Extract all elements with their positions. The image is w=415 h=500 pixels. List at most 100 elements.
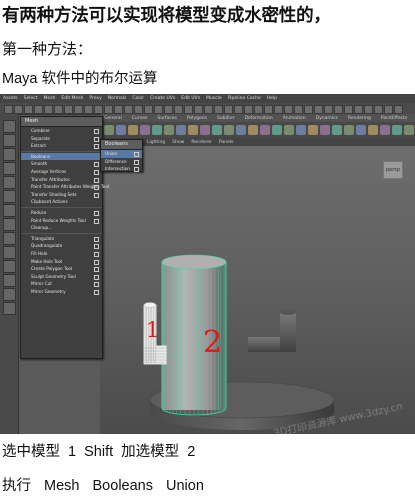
- menubar-item[interactable]: Pipeline Cache: [228, 96, 261, 101]
- booleans-item-union[interactable]: Union: [101, 150, 142, 158]
- option-box-icon[interactable]: [94, 162, 99, 168]
- mesh-menu-item[interactable]: Paint Reduce Weights Tool: [21, 217, 102, 225]
- tool-icon[interactable]: [3, 176, 16, 189]
- toolbar-icon[interactable]: [344, 105, 353, 114]
- shelf-icon[interactable]: [140, 125, 150, 135]
- shelf-icon[interactable]: [404, 125, 414, 135]
- shelf-icon[interactable]: [128, 125, 138, 135]
- toolbar-icon[interactable]: [194, 105, 203, 114]
- toolbar-icon[interactable]: [174, 105, 183, 114]
- shelf-icon[interactable]: [116, 125, 126, 135]
- menubar-item[interactable]: Muscle: [206, 96, 222, 101]
- tool-icon[interactable]: [3, 218, 16, 231]
- toolbar-icon[interactable]: [304, 105, 313, 114]
- toolbar-icon[interactable]: [14, 105, 23, 114]
- shelf-icon[interactable]: [200, 125, 210, 135]
- toolbar-icon[interactable]: [54, 105, 63, 114]
- toolbar-icon[interactable]: [134, 105, 143, 114]
- toolbar-icon[interactable]: [114, 105, 123, 114]
- tool-icon[interactable]: [3, 302, 16, 315]
- shelf-tab[interactable]: Deformation: [245, 116, 273, 121]
- mesh-menu-item[interactable]: Cleanup...: [21, 224, 102, 232]
- toolbar-icon[interactable]: [384, 105, 393, 114]
- shelf-tab[interactable]: Animation: [283, 116, 306, 121]
- shelf-icon[interactable]: [356, 125, 366, 135]
- toolbar-icon[interactable]: [94, 105, 103, 114]
- option-box-icon[interactable]: [94, 129, 99, 134]
- toolbar-icon[interactable]: [244, 105, 253, 114]
- tool-icon[interactable]: [3, 120, 16, 133]
- toolbar-icon[interactable]: [64, 105, 73, 114]
- shelf-icon[interactable]: [236, 125, 246, 135]
- toolbar-icon[interactable]: [334, 105, 343, 114]
- shelf-icon[interactable]: [176, 125, 186, 135]
- mesh-menu-item[interactable]: Extract: [21, 142, 102, 150]
- toolbar-icon[interactable]: [374, 105, 383, 114]
- toolbar-icon[interactable]: [164, 105, 173, 114]
- mesh-menu-item[interactable]: Separate: [21, 135, 102, 143]
- mesh-menu-item[interactable]: Sculpt Geometry Tool: [21, 273, 102, 281]
- toolbar-icon[interactable]: [84, 105, 93, 114]
- shelf-icon[interactable]: [152, 125, 162, 135]
- option-box-icon[interactable]: [94, 251, 99, 257]
- option-box-icon[interactable]: [94, 185, 99, 191]
- mesh-menu-item[interactable]: Fill Hole: [21, 250, 102, 258]
- mesh-menu-item[interactable]: Mirror Geometry: [21, 288, 102, 296]
- menubar-item[interactable]: Edit Mesh: [61, 96, 83, 101]
- shelf-tab[interactable]: Surfaces: [157, 116, 177, 121]
- mesh-menu-item[interactable]: Mirror Cut: [21, 280, 102, 288]
- mesh-menu-item[interactable]: Average Vertices: [21, 168, 102, 176]
- mesh-menu-item[interactable]: Quadrangulate: [21, 242, 102, 250]
- shelf-icon[interactable]: [320, 125, 330, 135]
- toolbar-icon[interactable]: [44, 105, 53, 114]
- toolbar-icon[interactable]: [284, 105, 293, 114]
- toolbar-icon[interactable]: [394, 105, 403, 114]
- tool-icon[interactable]: [3, 134, 16, 147]
- toolbar-icon[interactable]: [34, 105, 43, 114]
- menubar-item[interactable]: Normals: [108, 96, 127, 101]
- menubar-item[interactable]: Color: [132, 96, 144, 101]
- menubar-item[interactable]: Help: [267, 96, 277, 101]
- shelf-icon[interactable]: [332, 125, 342, 135]
- menubar-item[interactable]: Edit UVs: [181, 96, 200, 101]
- tool-icon[interactable]: [3, 232, 16, 245]
- view-cube[interactable]: persp: [383, 161, 403, 179]
- mesh-menu-item[interactable]: Make Hole Tool: [21, 258, 102, 266]
- shelf-icon[interactable]: [248, 125, 258, 135]
- shelf-icon[interactable]: [164, 125, 174, 135]
- option-box-icon[interactable]: [94, 192, 99, 198]
- option-box-icon[interactable]: [134, 167, 139, 173]
- shelf-tab[interactable]: General: [104, 116, 122, 121]
- booleans-item-intersection[interactable]: Intersection: [101, 165, 142, 173]
- toolbar-icon[interactable]: [184, 105, 193, 114]
- shelf-tab[interactable]: Polygons: [187, 116, 207, 121]
- option-box-icon[interactable]: [134, 159, 139, 165]
- shelf-icon[interactable]: [368, 125, 378, 135]
- shelf-tab[interactable]: PaintEffects: [381, 116, 407, 121]
- toolbar-icon[interactable]: [104, 105, 113, 114]
- toolbar-icon[interactable]: [254, 105, 263, 114]
- mesh-menu-item[interactable]: Paint Transfer Attributes Weights Tool: [21, 183, 109, 191]
- tool-icon[interactable]: [3, 204, 16, 217]
- option-box-icon[interactable]: [94, 210, 99, 216]
- mesh-menu-item[interactable]: Reduce: [21, 209, 102, 217]
- menubar-item[interactable]: Assets: [3, 96, 18, 101]
- option-box-icon[interactable]: [94, 289, 99, 295]
- toolbar-icon[interactable]: [234, 105, 243, 114]
- tool-icon[interactable]: [3, 260, 16, 273]
- shelf-icon[interactable]: [272, 125, 282, 135]
- shelf-icon[interactable]: [296, 125, 306, 135]
- option-box-icon[interactable]: [94, 144, 99, 150]
- menubar-item[interactable]: Select: [24, 96, 38, 101]
- mesh-menu-item[interactable]: Transfer Attributes: [21, 176, 102, 184]
- option-box-icon[interactable]: [94, 218, 99, 224]
- shelf-icon[interactable]: [380, 125, 390, 135]
- shelf-icon[interactable]: [344, 125, 354, 135]
- toolbar-icon[interactable]: [314, 105, 323, 114]
- option-box-icon[interactable]: [94, 267, 99, 273]
- mesh-menu-item[interactable]: Booleans: [21, 152, 102, 161]
- mesh-menu-item[interactable]: Clipboard Actions: [21, 198, 102, 206]
- shelf-icon[interactable]: [212, 125, 222, 135]
- option-box-icon[interactable]: [94, 244, 99, 250]
- menubar-item[interactable]: Create UVs: [150, 96, 175, 101]
